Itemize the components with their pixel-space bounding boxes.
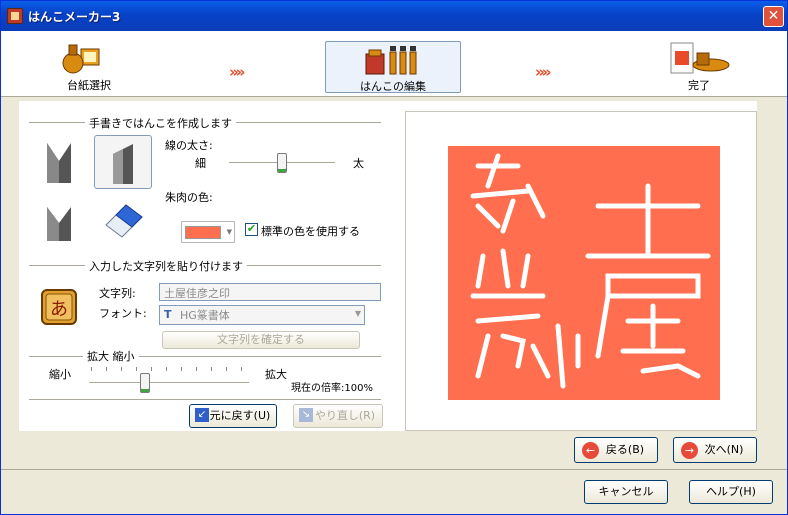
chevron-down-icon: ▼ [354,309,361,318]
handwrite-section-title: 手書きではんこを作成します [85,115,236,131]
step-arrow-1: »» [229,63,245,81]
close-button[interactable]: ✕ [763,6,784,27]
eraser-tool[interactable] [94,193,152,247]
ink-color-swatch [185,226,221,239]
back-arrow-icon: ← [582,442,599,459]
brush-pen-icon [47,143,71,183]
window-title: はんこメーカー3 [28,10,121,24]
stamp-preview[interactable] [405,111,757,431]
hanko-edit-icon [365,46,417,75]
next-arrow-icon: → [681,442,698,459]
undo-button[interactable]: ↙ 元に戻す(U) [189,404,277,428]
confirm-string-button[interactable]: 文字列を確定する [162,331,360,349]
app-window: はんこメーカー3 ✕ 台紙選択 »» はんこの編集 »» 完了 手書きではんこを… [0,0,788,515]
brush-pen-tool[interactable] [31,135,89,189]
flat-pen-tool[interactable] [94,135,152,189]
paste-text-tool[interactable]: あ [39,287,79,327]
complete-stamp-icon [670,42,730,74]
standard-color-checkbox[interactable]: ✔ [245,223,258,236]
step-select-paper: 台紙選択 [21,41,157,93]
redo-arrow-icon: ↘ [299,408,313,422]
chevron-down-icon: ▼ [226,228,232,236]
zoom-slider-thumb[interactable] [140,373,150,393]
section-divider [29,399,381,400]
string-input[interactable]: 土屋佳彦之印 [159,283,381,301]
redo-button[interactable]: ↘ やり直し(R) [293,404,383,428]
undo-arrow-icon: ↙ [195,408,209,422]
split-pen-icon [47,207,71,241]
font-select[interactable]: T HG篆書体 ▼ [159,305,365,325]
back-button[interactable]: ← 戻る(B) [574,437,658,463]
step-label: 台紙選択 [67,79,111,92]
title-bar[interactable]: はんこメーカー3 ✕ [1,1,787,31]
string-label: 文字列: [99,287,136,300]
standard-color-label: 標準の色を使用する [261,225,360,238]
paste-section-title: 入力した文字列を貼り付けます [85,258,247,274]
step-label: はんこの編集 [360,80,426,93]
undo-button-label: 元に戻す(U) [209,409,271,422]
step-edit-hanko: はんこの編集 [325,41,461,93]
footer-divider [1,469,787,470]
zoom-ticks [91,367,247,371]
main-panel: 手書きではんこを作成します 線の太さ: 細 太 朱肉の色: ▼ ✔ 標準の色を使… [19,101,757,431]
font-label: フォント: [99,307,147,320]
section-divider [29,356,381,357]
zoom-level-readout: 現在の倍率:100% [291,383,373,394]
stamp-paper-icon [62,44,100,74]
thick-label: 太 [353,157,364,170]
step-complete: 完了 [631,41,767,93]
line-width-slider-thumb[interactable] [277,153,287,173]
next-button[interactable]: → 次へ(N) [673,437,757,463]
checkmark-icon: ✔ [246,222,257,235]
stamp-characters [470,153,711,389]
font-select-value: HG篆書体 [180,309,230,322]
step-label: 完了 [688,79,710,92]
hiragana-a-icon: あ [41,289,77,325]
wizard-steps: 台紙選択 »» はんこの編集 »» 完了 [1,31,787,97]
ink-color-picker[interactable]: ▼ [181,221,235,243]
stamp-impression [448,146,720,400]
truetype-font-icon: T [164,308,172,321]
back-button-label: 戻る(B) [605,443,645,456]
line-width-label: 線の太さ: [165,139,213,152]
step-arrow-2: »» [535,63,551,81]
zoom-section-title: 拡大 縮小 [83,348,139,364]
cancel-button[interactable]: キャンセル [584,480,668,504]
flat-pen-icon [113,144,133,184]
thin-label: 細 [195,157,206,170]
redo-button-label: やり直し(R) [314,409,376,422]
eraser-icon [105,204,143,238]
hanko-app-icon [7,8,23,24]
next-button-label: 次へ(N) [704,443,744,456]
split-pen-tool[interactable] [31,193,89,247]
enlarge-label: 拡大 [265,368,287,381]
help-button[interactable]: ヘルプ(H) [689,480,773,504]
shrink-label: 縮小 [49,368,71,381]
ink-color-label: 朱肉の色: [165,191,213,204]
svg-text:あ: あ [50,299,68,320]
zoom-slider[interactable] [89,382,249,384]
